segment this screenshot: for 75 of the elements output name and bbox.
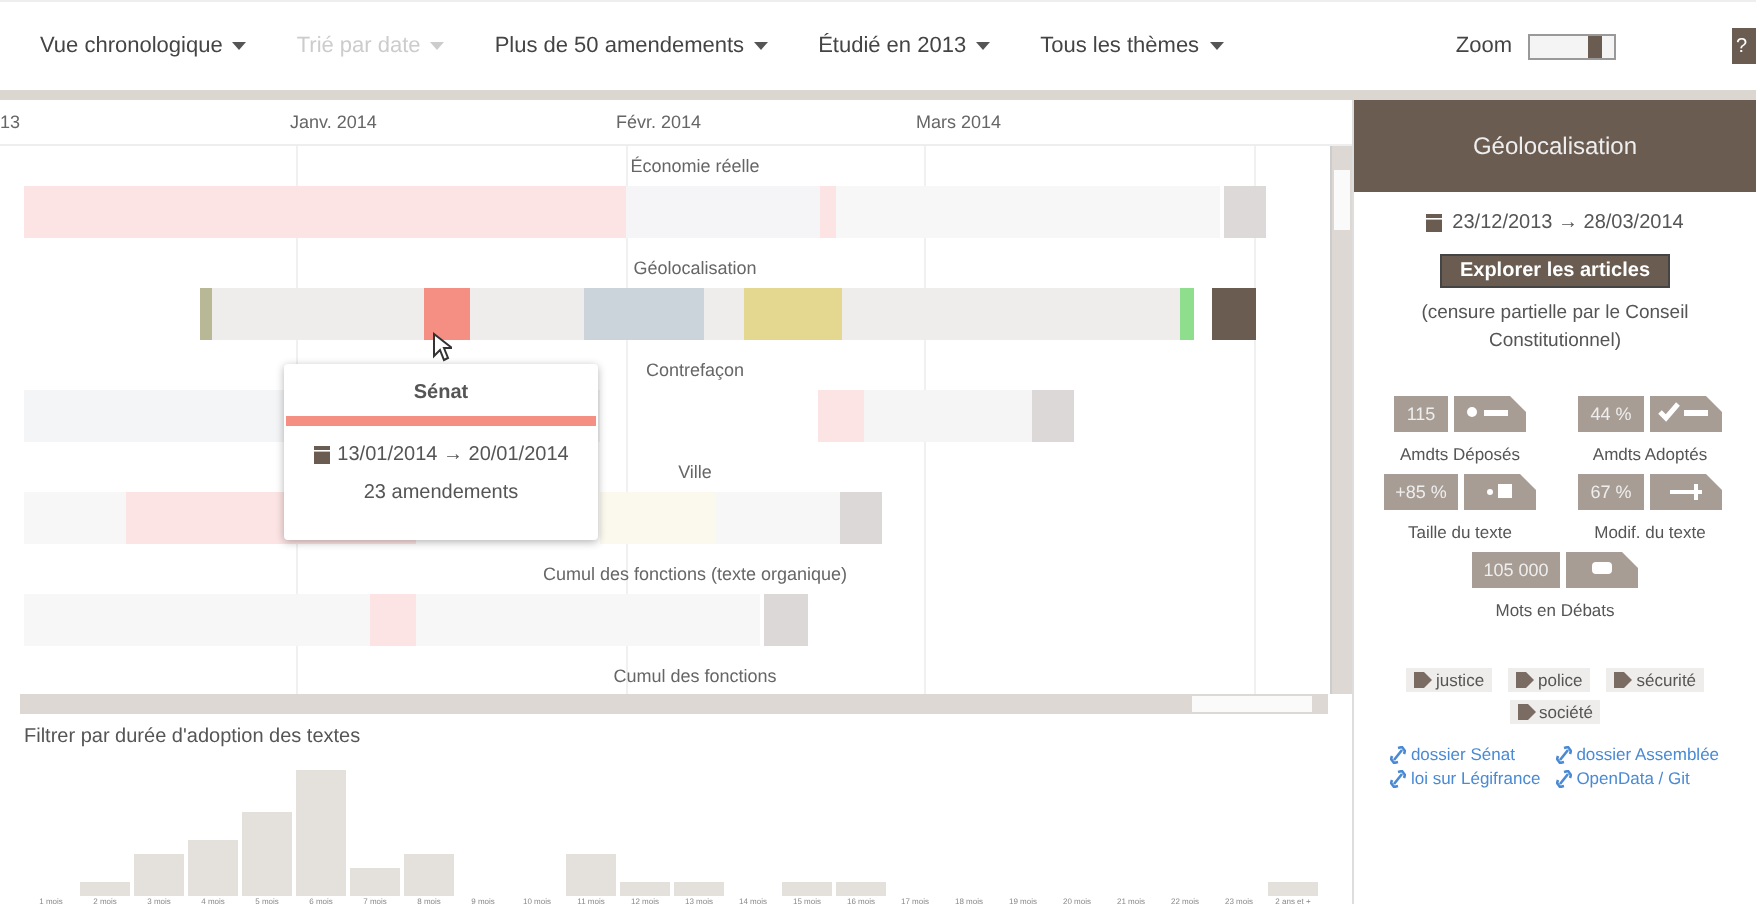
- caret-icon: [754, 42, 769, 50]
- histogram-bar[interactable]: [404, 854, 454, 896]
- stat-label: Modif. du texte: [1594, 522, 1706, 542]
- histogram-bar[interactable]: [242, 812, 292, 896]
- external-link[interactable]: dossier Sénat: [1390, 744, 1541, 764]
- caret-icon: [430, 42, 445, 50]
- histogram-bar[interactable]: [134, 854, 184, 896]
- tag[interactable]: société: [1509, 700, 1601, 724]
- histogram-bar[interactable]: [566, 854, 616, 896]
- dot-dash-icon: [1453, 396, 1526, 432]
- dropdown-menu[interactable]: Étudié en 2013: [818, 30, 991, 62]
- external-link[interactable]: dossier Assemblée: [1556, 744, 1720, 764]
- calendar-icon: [1426, 214, 1443, 232]
- dropdown-menu[interactable]: Vue chronologique: [40, 30, 247, 62]
- link-icon: [1390, 745, 1407, 763]
- stat-label: Mots en Débats: [1495, 600, 1615, 620]
- filter-title: Filtrer par durée d'adoption des textes: [24, 726, 363, 748]
- stat-value: 115: [1394, 396, 1448, 432]
- horizontal-scrollbar[interactable]: [20, 694, 1328, 714]
- link-icon: [1556, 745, 1573, 763]
- stat-label: Amdts Adoptés: [1592, 444, 1708, 464]
- link-icon: [1390, 769, 1407, 787]
- row-title: Cumul des fonctions (texte organique): [542, 564, 848, 588]
- stat-value: +85 %: [1383, 474, 1459, 510]
- histogram-bar[interactable]: [296, 770, 346, 896]
- help-button[interactable]: ?: [1732, 28, 1756, 64]
- histogram-bar[interactable]: [836, 882, 886, 896]
- row-title: Géolocalisation: [633, 258, 757, 282]
- row-title: Ville: [678, 462, 712, 486]
- row-title: Économie réelle: [630, 156, 760, 180]
- tag[interactable]: justice: [1405, 668, 1493, 692]
- histogram-bar[interactable]: [80, 882, 130, 896]
- external-link[interactable]: OpenData / Git: [1556, 768, 1720, 788]
- date-range: 13/01/2014 → 20/01/2014: [337, 444, 569, 466]
- stat-label: Amdts Déposés: [1400, 444, 1520, 464]
- explore-button[interactable]: Explorer les articles: [1439, 254, 1671, 288]
- stat-value: 67 %: [1578, 474, 1644, 510]
- zoom-label: Zoom: [1455, 34, 1512, 58]
- month-label: Janv. 2014: [290, 112, 377, 132]
- tag-icon: [1614, 672, 1633, 688]
- histogram-bar[interactable]: [350, 868, 400, 896]
- panel-title: Géolocalisation: [1354, 100, 1756, 192]
- histogram-bar[interactable]: [674, 882, 724, 896]
- histogram-bar[interactable]: [188, 840, 238, 896]
- calendar-icon: [313, 446, 330, 464]
- tag[interactable]: police: [1508, 668, 1591, 692]
- external-link[interactable]: loi sur Légifrance: [1390, 768, 1541, 788]
- histogram-bar[interactable]: [620, 882, 670, 896]
- row-title: Contrefaçon: [645, 360, 745, 384]
- speech-bubble-icon: [1566, 552, 1639, 588]
- tooltip-title: Sénat: [413, 382, 469, 404]
- tag[interactable]: sécurité: [1606, 668, 1705, 692]
- stat-value: 105 000: [1471, 552, 1561, 588]
- stat-value: 44 %: [1578, 396, 1644, 432]
- dropdown-menu[interactable]: Tous les thèmes: [1040, 30, 1224, 62]
- histogram-bar[interactable]: [782, 882, 832, 896]
- link-icon: [1556, 769, 1573, 787]
- zoom-slider[interactable]: [1528, 33, 1616, 59]
- stat-label: Taille du texte: [1408, 522, 1512, 542]
- histogram-bar[interactable]: [1268, 882, 1318, 896]
- caret-icon: [976, 42, 991, 50]
- row-title: Cumul des fonctions: [613, 666, 777, 690]
- caret-icon: [232, 42, 247, 50]
- vertical-scrollbar[interactable]: [1330, 146, 1352, 694]
- dash-plus-icon: [1649, 474, 1722, 510]
- month-label: 13: [0, 112, 21, 132]
- month-label: Févr. 2014: [616, 112, 702, 132]
- amendment-count: 23 amendements: [363, 482, 519, 504]
- tag-icon: [1413, 672, 1432, 688]
- caret-icon: [1209, 42, 1224, 50]
- check-dash-icon: [1649, 396, 1722, 432]
- status-note: (censure partielle par le Conseil Constitutionnel): [1419, 300, 1691, 356]
- dropdown-menu[interactable]: Plus de 50 amendements: [494, 30, 769, 62]
- date-range: 23/12/2013 → 28/03/2014: [1452, 212, 1684, 234]
- month-label: Mars 2014: [916, 112, 1002, 132]
